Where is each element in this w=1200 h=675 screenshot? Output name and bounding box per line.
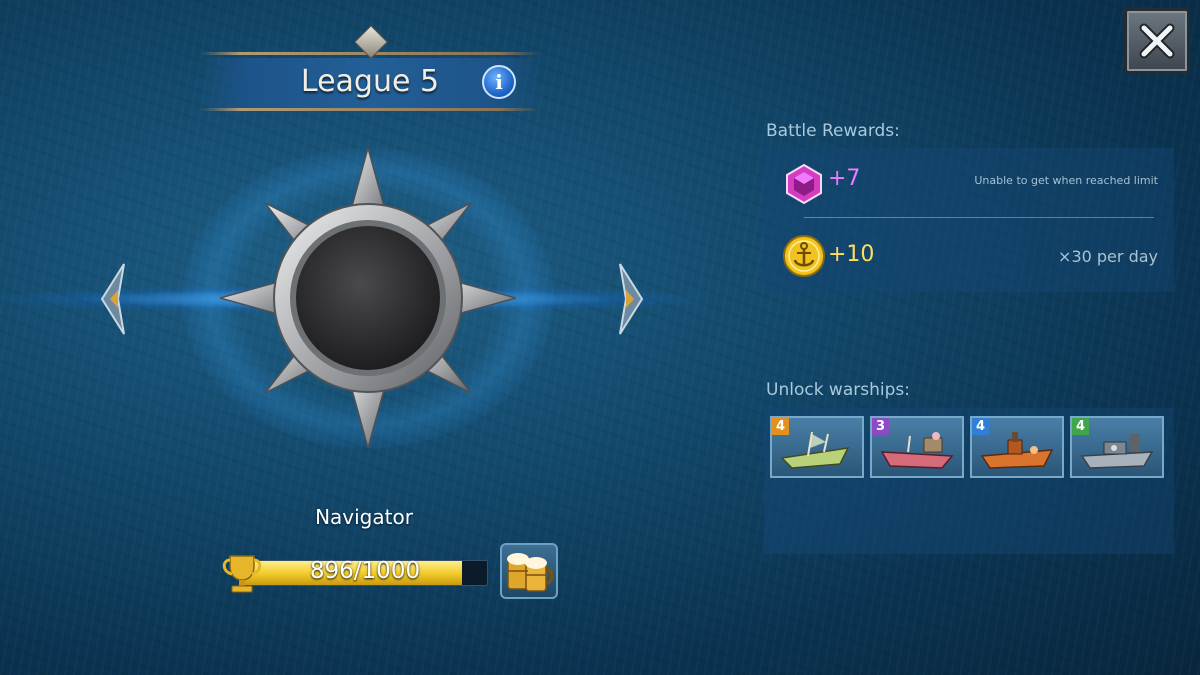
beer-button[interactable] (500, 543, 558, 599)
info-icon[interactable]: i (482, 65, 516, 99)
close-button[interactable] (1124, 8, 1190, 74)
pink-gem-icon (786, 164, 822, 204)
warship-card[interactable]: 4 (970, 416, 1064, 478)
warship-card[interactable]: 4 (770, 416, 864, 478)
battle-rewards-panel: +7 Unable to get when reached limit +10 … (764, 148, 1174, 292)
coin-reward-amount: +10 (828, 242, 875, 267)
sea-background (0, 0, 1200, 675)
next-league-arrow-icon[interactable] (618, 262, 644, 336)
rank-name: Navigator (315, 505, 413, 529)
banner-bottom-rail (200, 108, 540, 111)
progress-current: 896 (309, 558, 354, 584)
unlock-warships-label: Unlock warships: (766, 380, 910, 400)
gold-anchor-coin-icon (783, 235, 825, 277)
previous-league-arrow-icon[interactable] (100, 262, 126, 336)
trophy-icon (222, 555, 262, 593)
warship-card[interactable]: 4 (1070, 416, 1164, 478)
progress-text: 896/1000 (242, 558, 488, 584)
unlock-warships-panel: 4 3 4 4 (764, 408, 1174, 554)
reward-divider (804, 217, 1154, 218)
progress-max: 1000 (361, 558, 421, 584)
orange-warship-icon (980, 432, 1054, 469)
pink-warship-icon (880, 432, 954, 469)
gem-reward-amount: +7 (828, 166, 861, 191)
warship-card[interactable]: 3 (870, 416, 964, 478)
gem-reward-note: Unable to get when reached limit (974, 174, 1158, 187)
beer-mugs-icon (507, 553, 554, 592)
coin-reward-note: ×30 per day (1058, 247, 1158, 266)
battle-rewards-label: Battle Rewards: (766, 121, 900, 141)
progress-separator: / (353, 558, 362, 584)
green-warship-icon (780, 431, 850, 469)
compass-star-badge-icon (220, 148, 516, 448)
close-x-icon (1139, 23, 1175, 59)
silver-warship-icon (1080, 434, 1154, 469)
